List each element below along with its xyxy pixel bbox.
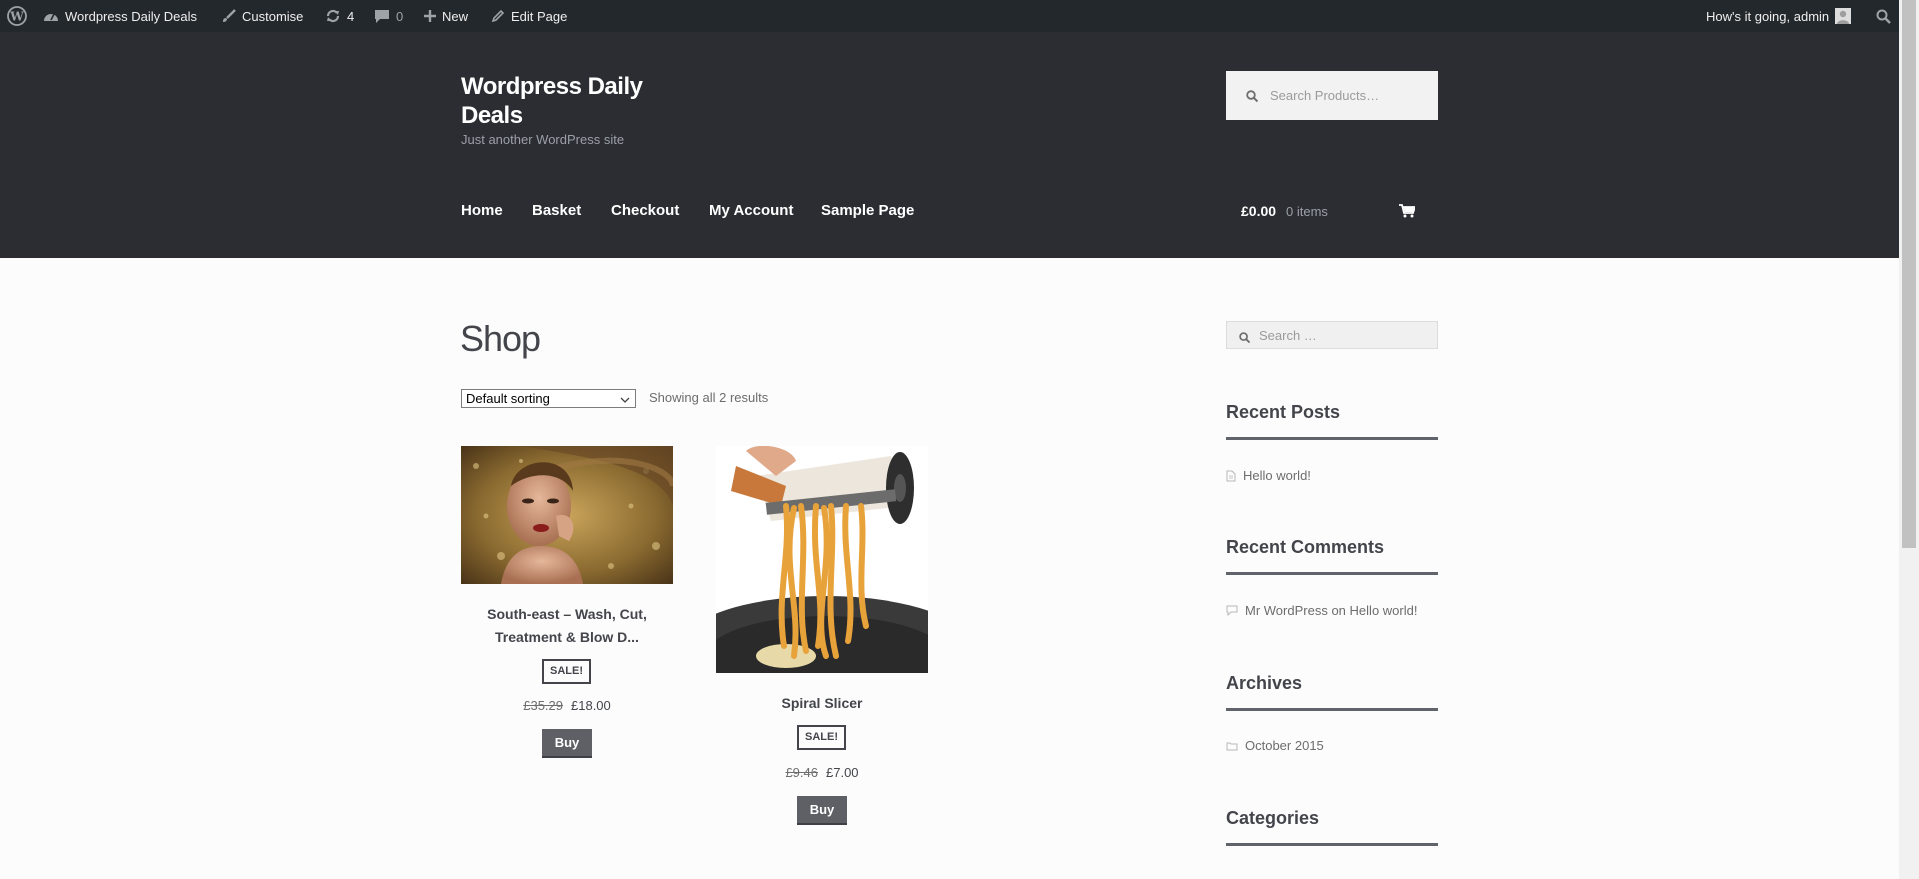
- sale-badge: SALE!: [542, 659, 591, 684]
- wordpress-logo-menu[interactable]: W: [7, 0, 27, 32]
- site-tagline: Just another WordPress site: [461, 132, 625, 147]
- product-search: [1226, 71, 1438, 120]
- sale-price: £7.00: [826, 765, 859, 780]
- product-card: South-east – Wash, Cut, Treatment & Blow…: [461, 446, 673, 758]
- site-title[interactable]: Wordpress Daily Deals: [461, 72, 681, 130]
- new-content-menu[interactable]: New: [424, 0, 468, 32]
- nav-my-account[interactable]: My Account: [709, 202, 793, 219]
- updates-link[interactable]: 4: [325, 0, 354, 32]
- shopping-cart-icon: [1399, 204, 1417, 223]
- search-icon: [1876, 9, 1891, 24]
- search-icon: [1246, 89, 1259, 107]
- wordpress-logo-icon: W: [7, 6, 27, 26]
- site-header: Wordpress Daily Deals Just another WordP…: [0, 32, 1899, 258]
- sale-badge: SALE!: [797, 725, 846, 750]
- product-price: £9.46 £7.00: [716, 765, 928, 780]
- site-name-menu[interactable]: Wordpress Daily Deals: [43, 0, 197, 32]
- old-price: £35.29: [523, 698, 563, 713]
- product-title-line: Treatment & Blow D...: [495, 629, 639, 645]
- scrollbar-thumb[interactable]: [1902, 0, 1916, 548]
- recent-post-item: Hello world!: [1226, 468, 1311, 483]
- old-price: £9.46: [785, 765, 818, 780]
- product-card: Spiral Slicer SALE! £9.46 £7.00 Buy: [716, 446, 928, 825]
- nav-checkout[interactable]: Checkout: [611, 202, 679, 219]
- product-price: £35.29 £18.00: [461, 698, 673, 713]
- comment-on-text: on: [1331, 603, 1346, 618]
- result-count: Showing all 2 results: [649, 390, 769, 405]
- edit-page-link[interactable]: Edit Page: [491, 0, 567, 32]
- buy-button[interactable]: Buy: [797, 796, 847, 825]
- product-image[interactable]: [716, 446, 928, 673]
- product-search-input[interactable]: [1270, 71, 1430, 120]
- recent-comments-title: Recent Comments: [1226, 537, 1438, 575]
- comments-count: 0: [396, 8, 404, 24]
- page-scrollbar[interactable]: [1899, 0, 1919, 879]
- edit-page-label: Edit Page: [511, 8, 568, 24]
- recent-comment-item: Mr WordPress on Hello world!: [1226, 603, 1417, 618]
- nav-home[interactable]: Home: [461, 202, 503, 219]
- admin-bar: W Wordpress Daily Deals Customise 4 0 Ne…: [0, 0, 1919, 32]
- my-account-menu[interactable]: How's it going, admin: [1706, 0, 1852, 32]
- greeting-text: How's it going, admin: [1706, 8, 1830, 24]
- product-image[interactable]: [461, 446, 673, 584]
- sorting-select[interactable]: Default sorting: [461, 389, 636, 408]
- archive-item: October 2015: [1226, 738, 1324, 753]
- sidebar-search: [1226, 321, 1438, 349]
- folder-icon: [1226, 741, 1238, 751]
- comments-link[interactable]: 0: [374, 0, 403, 32]
- product-title-line: South-east – Wash, Cut,: [487, 606, 647, 622]
- sidebar-search-input[interactable]: [1259, 322, 1429, 348]
- comment-icon: [374, 9, 390, 24]
- chevron-down-icon: [620, 393, 630, 408]
- admin-bar-search[interactable]: [1876, 0, 1891, 32]
- product-title[interactable]: Spiral Slicer: [716, 692, 928, 715]
- sorting-selected-value: Default sorting: [466, 391, 550, 406]
- archives-title: Archives: [1226, 673, 1438, 711]
- customise-link[interactable]: Customise: [222, 0, 303, 32]
- archive-link[interactable]: October 2015: [1245, 738, 1324, 753]
- nav-sample-page[interactable]: Sample Page: [821, 202, 914, 219]
- categories-title: Categories: [1226, 808, 1438, 846]
- updates-icon: [325, 9, 341, 23]
- pencil-icon: [491, 9, 505, 23]
- page-title: Shop: [460, 318, 541, 359]
- buy-button[interactable]: Buy: [542, 729, 592, 758]
- sale-price: £18.00: [571, 698, 611, 713]
- recent-posts-title: Recent Posts: [1226, 402, 1438, 440]
- brush-icon: [222, 9, 236, 23]
- dashboard-icon: [43, 9, 59, 23]
- site-name-label: Wordpress Daily Deals: [65, 8, 197, 24]
- avatar: [1835, 8, 1852, 24]
- updates-count: 4: [347, 8, 355, 24]
- search-icon: [1239, 330, 1251, 348]
- nav-basket[interactable]: Basket: [532, 202, 581, 219]
- svg-text:W: W: [9, 10, 24, 24]
- recent-post-link[interactable]: Hello world!: [1243, 468, 1311, 483]
- document-icon: [1226, 470, 1236, 482]
- customise-label: Customise: [242, 8, 304, 24]
- cart-count: 0 items: [1286, 204, 1328, 219]
- cart-total: £0.00: [1241, 203, 1277, 219]
- comment-author-link[interactable]: Mr WordPress: [1245, 603, 1328, 618]
- product-title[interactable]: South-east – Wash, Cut, Treatment & Blow…: [461, 603, 673, 649]
- comment-bubble-icon: [1226, 605, 1238, 616]
- plus-icon: [424, 10, 436, 22]
- new-label: New: [442, 8, 469, 24]
- comment-post-link[interactable]: Hello world!: [1350, 603, 1418, 618]
